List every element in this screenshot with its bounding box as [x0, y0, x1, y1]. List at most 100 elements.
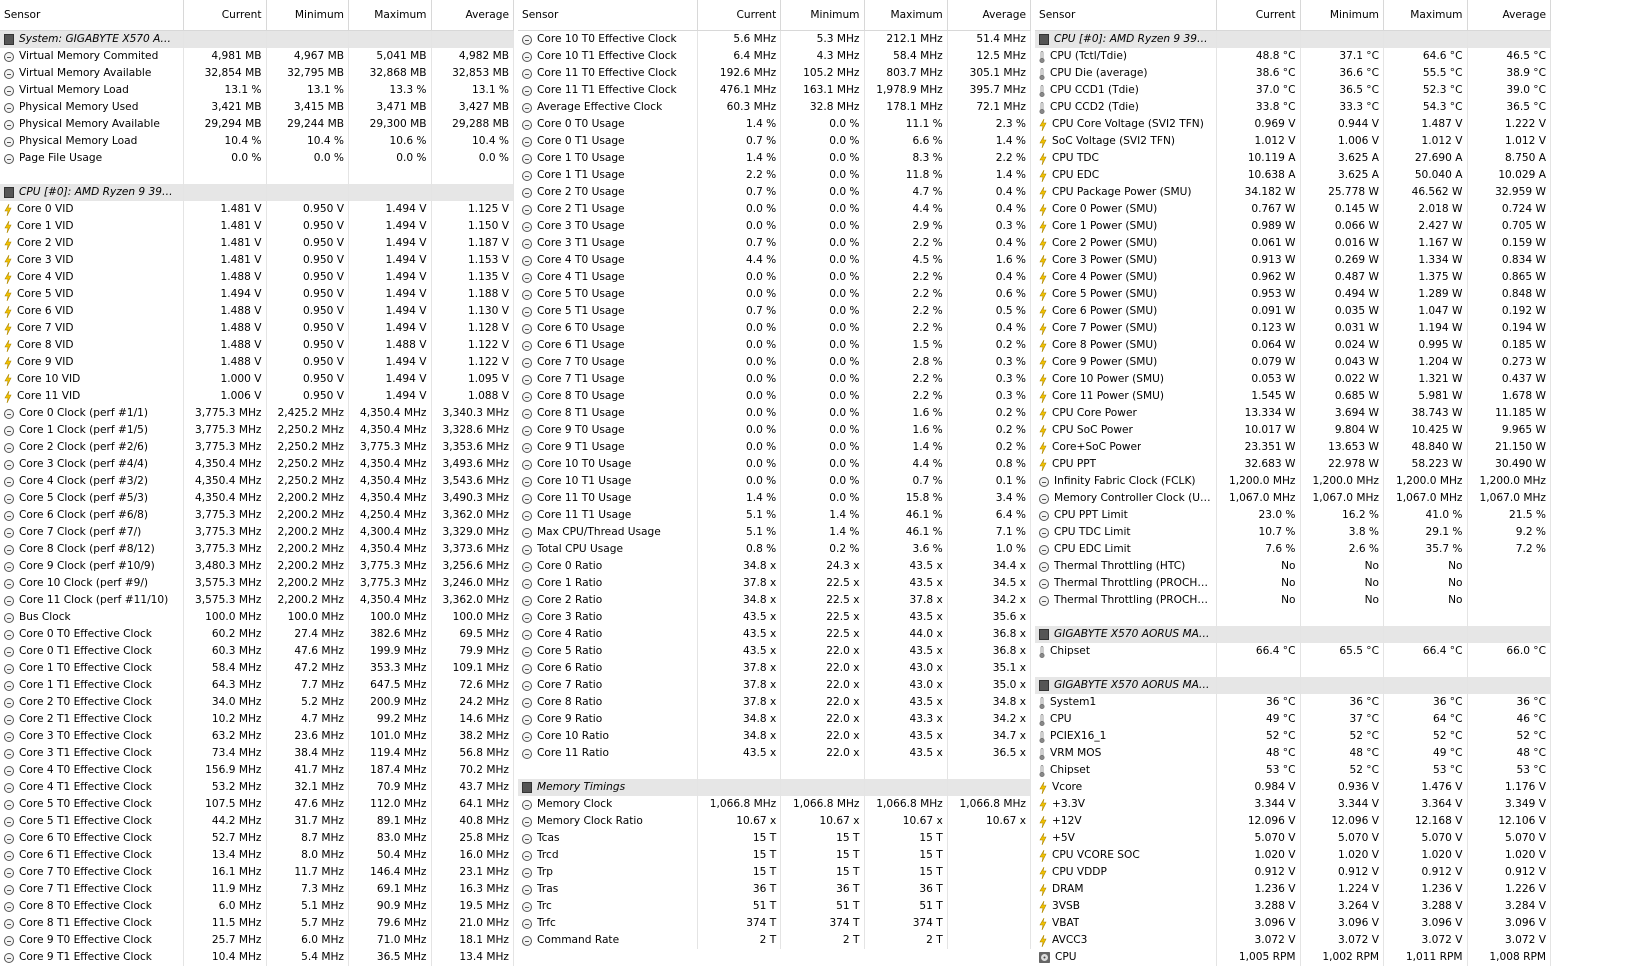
sensor-row[interactable]: Core 11 T0 Effective Clock 192.6 MHz 105.2…: [518, 65, 1031, 82]
sensor-row[interactable]: Core 0 T1 Usage 0.7 % 0.0 % 6.6 % 1.4 %: [518, 133, 1031, 150]
sensor-row[interactable]: Core 7 VID 1.488 V 0.950 V 1.494 V 1.128 V: [0, 320, 514, 337]
sensor-row[interactable]: Memory Clock 1,066.8 MHz 1,066.8 MHz 1,066.…: [518, 796, 1031, 813]
sensor-row[interactable]: Core 3 T0 Effective Clock 63.2 MHz 23.6 MH…: [0, 728, 514, 745]
sensor-row[interactable]: Core 2 VID 1.481 V 0.950 V 1.494 V 1.187 V: [0, 235, 514, 252]
sensor-row[interactable]: Core 6 T0 Effective Clock 52.7 MHz 8.7 MHz…: [0, 830, 514, 847]
sensor-row[interactable]: Thermal Throttling (PROCHOT C...NoNoNo: [1035, 575, 1551, 592]
column-header-average[interactable]: Average: [1468, 0, 1551, 30]
sensor-row[interactable]: Core 6 Ratio 37.8 x 22.0 x 43.0 x 35.1 x: [518, 660, 1031, 677]
sensor-row[interactable]: Tcas 15 T 15 T 15 T: [518, 830, 1031, 847]
sensor-row[interactable]: CPU Core Power 13.334 W 3.694 W 38.743 W 11.…: [1035, 405, 1551, 422]
sensor-row[interactable]: Core 4 VID 1.488 V 0.950 V 1.494 V 1.135 V: [0, 269, 514, 286]
sensor-row[interactable]: Core 5 T0 Effective Clock 107.5 MHz 47.6 M…: [0, 796, 514, 813]
sensor-row[interactable]: +12V 12.096 V 12.096 V 12.168 V 12.106 V: [1035, 813, 1551, 830]
sensor-row[interactable]: Core 1 T0 Usage 1.4 % 0.0 % 8.3 % 2.2 %: [518, 150, 1031, 167]
column-header-current[interactable]: Current: [1217, 0, 1301, 30]
sensor-row[interactable]: Core 5 T0 Usage 0.0 % 0.0 % 2.2 % 0.6 %: [518, 286, 1031, 303]
sensor-row[interactable]: Core 8 T0 Effective Clock 6.0 MHz 5.1 MHz 9…: [0, 898, 514, 915]
sensor-row[interactable]: Core 5 Ratio 43.5 x 22.0 x 43.5 x 36.8 x: [518, 643, 1031, 660]
sensor-row[interactable]: Tras 36 T 36 T 36 T: [518, 881, 1031, 898]
sensor-row[interactable]: Core 5 T1 Effective Clock 44.2 MHz 31.7 MH…: [0, 813, 514, 830]
sensor-row[interactable]: Core 9 T1 Usage 0.0 % 0.0 % 1.4 % 0.2 %: [518, 439, 1031, 456]
sensor-row[interactable]: Core 8 T1 Effective Clock 11.5 MHz 5.7 MHz…: [0, 915, 514, 932]
sensor-row[interactable]: Core 9 T0 Usage 0.0 % 0.0 % 1.6 % 0.2 %: [518, 422, 1031, 439]
sensor-row[interactable]: Core 6 Power (SMU) 0.091 W 0.035 W 1.047 W0…: [1035, 303, 1551, 320]
sensor-row[interactable]: Core 8 T1 Usage 0.0 % 0.0 % 1.6 % 0.2 %: [518, 405, 1031, 422]
sensor-row[interactable]: Core 7 T0 Usage 0.0 % 0.0 % 2.8 % 0.3 %: [518, 354, 1031, 371]
sensor-row[interactable]: Core 4 T0 Effective Clock 156.9 MHz 41.7 M…: [0, 762, 514, 779]
sensor-row[interactable]: CPU PPT Limit 23.0 % 16.2 % 41.0 % 21.5 %: [1035, 507, 1551, 524]
sensor-row[interactable]: Core 1 VID 1.481 V 0.950 V 1.494 V 1.150 V: [0, 218, 514, 235]
sensor-row[interactable]: CPU 49 °C 37 °C 64 °C 46 °C: [1035, 711, 1551, 728]
column-header-minimum[interactable]: Minimum: [1301, 0, 1384, 30]
sensor-row[interactable]: Core 0 T0 Usage 1.4 % 0.0 % 11.1 % 2.3 %: [518, 116, 1031, 133]
sensor-row[interactable]: Core 3 T1 Usage 0.7 % 0.0 % 2.2 % 0.4 %: [518, 235, 1031, 252]
column-header-maximum[interactable]: Maximum: [349, 0, 432, 30]
sensor-row[interactable]: Core 2 Ratio 34.8 x 22.5 x 37.8 x 34.2 x: [518, 592, 1031, 609]
sensor-row[interactable]: Core 10 Clock (perf #9/) 3,575.3 MHz 2,200…: [0, 575, 514, 592]
sensor-row[interactable]: Memory Controller Clock (UCLK) 1,067.0 MH…: [1035, 490, 1551, 507]
column-header-current[interactable]: Current: [698, 0, 782, 30]
column-header-sensor[interactable]: Sensor: [1035, 0, 1217, 30]
sensor-row[interactable]: Core 0 T1 Effective Clock 60.3 MHz 47.6 MH…: [0, 643, 514, 660]
sensor-group-header[interactable]: Memory Timings: [518, 779, 1031, 796]
sensor-row[interactable]: Core 11 T0 Usage 1.4 % 0.0 % 15.8 % 3.4 %: [518, 490, 1031, 507]
sensor-row[interactable]: +3.3V 3.344 V 3.344 V 3.364 V 3.349 V: [1035, 796, 1551, 813]
sensor-group-header[interactable]: CPU [#0]: AMD Ryzen 9 3900X:...: [1035, 31, 1551, 48]
sensor-row[interactable]: Core 2 T1 Usage 0.0 % 0.0 % 4.4 % 0.4 %: [518, 201, 1031, 218]
sensor-row[interactable]: Core 11 T1 Usage 5.1 % 1.4 % 46.1 % 6.4 %: [518, 507, 1031, 524]
sensor-row[interactable]: Core 9 T1 Effective Clock 10.4 MHz 5.4 MHz…: [0, 949, 514, 966]
sensor-row[interactable]: Core 0 Ratio 34.8 x 24.3 x 43.5 x 34.4 x: [518, 558, 1031, 575]
sensor-row[interactable]: Virtual Memory Commited 4,981 MB 4,967 MB 5…: [0, 48, 514, 65]
sensor-row[interactable]: Vcore 0.984 V 0.936 V 1.476 V 1.176 V: [1035, 779, 1551, 796]
sensor-row[interactable]: Core 2 Power (SMU) 0.061 W 0.016 W 1.167 W0…: [1035, 235, 1551, 252]
sensor-row[interactable]: Infinity Fabric Clock (FCLK) 1,200.0 MHz 1…: [1035, 473, 1551, 490]
sensor-row[interactable]: Core 5 Power (SMU) 0.953 W 0.494 W 1.289 W0…: [1035, 286, 1551, 303]
sensor-group-header[interactable]: GIGABYTE X570 AORUS MASTE...: [1035, 626, 1551, 643]
column-header-average[interactable]: Average: [948, 0, 1031, 30]
sensor-row[interactable]: AVCC3 3.072 V 3.072 V 3.072 V 3.072 V: [1035, 932, 1551, 949]
sensor-row[interactable]: CPU (Tctl/Tdie) 48.8 °C 37.1 °C 64.6 °C 46.5…: [1035, 48, 1551, 65]
sensor-row[interactable]: Core 2 T0 Effective Clock 34.0 MHz 5.2 MHz…: [0, 694, 514, 711]
sensor-row[interactable]: Core 6 Clock (perf #6/8) 3,775.3 MHz 2,200…: [0, 507, 514, 524]
sensor-row[interactable]: Core 8 Clock (perf #8/12) 3,775.3 MHz 2,20…: [0, 541, 514, 558]
column-header-current[interactable]: Current: [184, 0, 267, 30]
sensor-row[interactable]: Command Rate 2 T2 T2 T: [518, 932, 1031, 949]
sensor-row[interactable]: Core 10 Ratio 34.8 x 22.0 x 43.5 x 34.7 x: [518, 728, 1031, 745]
sensor-row[interactable]: Core 8 Ratio 37.8 x 22.0 x 43.5 x 34.8 x: [518, 694, 1031, 711]
sensor-row[interactable]: CPU CCD2 (Tdie) 33.8 °C 33.3 °C 54.3 °C 36.5…: [1035, 99, 1551, 116]
sensor-row[interactable]: Chipset 66.4 °C 65.5 °C 66.4 °C 66.0 °C: [1035, 643, 1551, 660]
column-header-minimum[interactable]: Minimum: [267, 0, 349, 30]
sensor-row[interactable]: Core 3 VID 1.481 V 0.950 V 1.494 V 1.153 V: [0, 252, 514, 269]
sensor-row[interactable]: Core 11 Ratio 43.5 x 22.0 x 43.5 x 36.5 x: [518, 745, 1031, 762]
sensor-row[interactable]: 3VSB 3.288 V 3.264 V 3.288 V 3.284 V: [1035, 898, 1551, 915]
sensor-row[interactable]: Core 0 T0 Effective Clock 60.2 MHz 27.4 MH…: [0, 626, 514, 643]
sensor-row[interactable]: Core 11 Power (SMU) 1.545 W 0.685 W 5.981 W…: [1035, 388, 1551, 405]
sensor-row[interactable]: CPU TDC 10.119 A 3.625 A 27.690 A 8.750 A: [1035, 150, 1551, 167]
sensor-row[interactable]: Core 4 Clock (perf #3/2) 4,350.4 MHz 2,250…: [0, 473, 514, 490]
sensor-row[interactable]: CPU CCD1 (Tdie) 37.0 °C 36.5 °C 52.3 °C 39.0…: [1035, 82, 1551, 99]
sensor-row[interactable]: Core 7 Clock (perf #7/) 3,775.3 MHz 2,200.…: [0, 524, 514, 541]
sensor-row[interactable]: Core 3 T0 Usage 0.0 % 0.0 % 2.9 % 0.3 %: [518, 218, 1031, 235]
sensor-row[interactable]: Thermal Throttling (HTC) No No No: [1035, 558, 1551, 575]
column-header-sensor[interactable]: Sensor: [0, 0, 184, 30]
sensor-panel-right[interactable]: Sensor Current Minimum Maximum Average CPU [#…: [1035, 0, 1551, 971]
sensor-row[interactable]: Core 5 VID 1.494 V 0.950 V 1.494 V 1.188 V: [0, 286, 514, 303]
sensor-row[interactable]: Core 7 T0 Effective Clock 16.1 MHz 11.7 MH…: [0, 864, 514, 881]
sensor-row[interactable]: DRAM 1.236 V 1.224 V 1.236 V 1.226 V: [1035, 881, 1551, 898]
sensor-row[interactable]: Core 0 Power (SMU) 0.767 W 0.145 W 2.018 W0…: [1035, 201, 1551, 218]
sensor-row[interactable]: Page File Usage 0.0 % 0.0 % 0.0 % 0.0 %: [0, 150, 514, 167]
sensor-row[interactable]: Physical Memory Used 3,421 MB 3,415 MB 3,47…: [0, 99, 514, 116]
sensor-row[interactable]: Max CPU/Thread Usage 5.1 % 1.4 % 46.1 % 7.1 …: [518, 524, 1031, 541]
sensor-row[interactable]: Core 3 Clock (perf #4/4) 4,350.4 MHz 2,250…: [0, 456, 514, 473]
sensor-row[interactable]: Core 4 Ratio 43.5 x 22.5 x 44.0 x 36.8 x: [518, 626, 1031, 643]
sensor-row[interactable]: +5V 5.070 V 5.070 V 5.070 V 5.070 V: [1035, 830, 1551, 847]
sensor-row[interactable]: Core 4 T1 Usage 0.0 % 0.0 % 2.2 % 0.4 %: [518, 269, 1031, 286]
sensor-row[interactable]: Trcd 15 T 15 T 15 T: [518, 847, 1031, 864]
sensor-row[interactable]: Core 9 Power (SMU) 0.079 W 0.043 W 1.204 W0…: [1035, 354, 1551, 371]
sensor-row[interactable]: Core 6 VID 1.488 V 0.950 V 1.494 V 1.130 V: [0, 303, 514, 320]
sensor-row[interactable]: CPU EDC 10.638 A 3.625 A 50.040 A 10.029 A: [1035, 167, 1551, 184]
column-header-minimum[interactable]: Minimum: [781, 0, 865, 30]
sensor-row[interactable]: Core 6 T0 Usage 0.0 % 0.0 % 2.2 % 0.4 %: [518, 320, 1031, 337]
sensor-row[interactable]: Core 10 VID 1.000 V 0.950 V 1.494 V 1.095 V: [0, 371, 514, 388]
